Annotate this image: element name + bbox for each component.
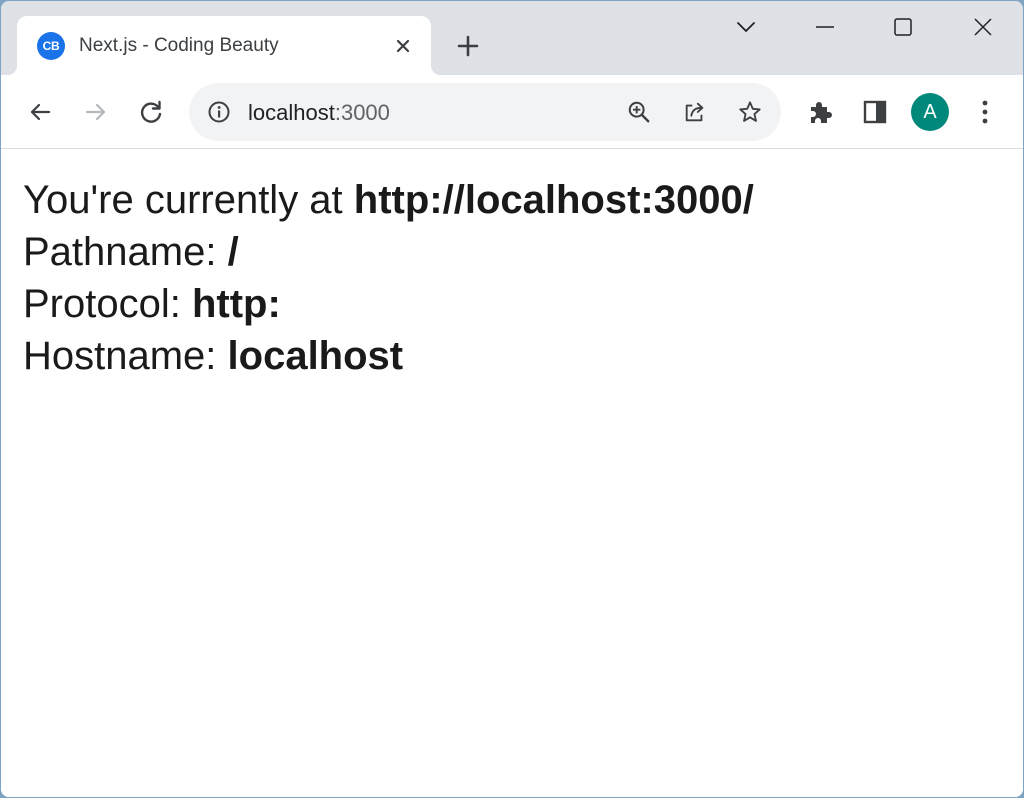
kebab-menu-icon — [982, 100, 988, 124]
side-panel-icon — [863, 100, 887, 124]
hostname-label: Hostname: — [23, 334, 228, 378]
url-text[interactable]: localhost:3000 — [248, 100, 390, 126]
extensions-button[interactable] — [802, 94, 838, 130]
star-icon — [739, 101, 761, 122]
forward-button[interactable] — [78, 94, 114, 130]
arrow-back-icon — [30, 103, 51, 121]
tab-title: Next.js - Coding Beauty — [79, 35, 279, 56]
url-port: :3000 — [334, 100, 390, 125]
tab-search-button[interactable] — [728, 11, 764, 43]
tab-close-button[interactable] — [391, 34, 415, 58]
bookmark-button[interactable] — [738, 100, 762, 124]
close-icon — [396, 39, 410, 53]
tab-active[interactable]: CB Next.js - Coding Beauty — [7, 16, 441, 75]
hostname-line: Hostname: localhost — [23, 330, 1023, 382]
zoom-button[interactable] — [627, 100, 651, 124]
protocol-line: Protocol: http: — [23, 278, 1023, 330]
new-tab-button[interactable] — [453, 31, 483, 61]
pathname-label: Pathname: — [23, 230, 228, 274]
back-button[interactable] — [22, 94, 58, 130]
puzzle-icon — [811, 102, 832, 123]
share-button[interactable] — [683, 100, 707, 124]
reload-button[interactable] — [133, 94, 169, 130]
side-panel-button[interactable] — [857, 94, 893, 130]
current-url-value: http://localhost:3000/ — [353, 178, 754, 222]
close-icon — [974, 18, 992, 36]
chevron-down-icon — [737, 22, 755, 32]
pathname-line: Pathname: / — [23, 226, 1023, 278]
pathname-value: / — [227, 230, 239, 274]
site-info-button[interactable] — [207, 100, 231, 124]
minimize-icon — [816, 26, 834, 28]
maximize-icon — [894, 18, 912, 36]
current-url-label: You're currently at — [23, 178, 354, 222]
maximize-button[interactable] — [885, 11, 921, 43]
plus-icon — [457, 35, 479, 57]
share-icon — [685, 102, 704, 122]
favicon: CB — [37, 32, 65, 60]
profile-avatar-button[interactable]: A — [911, 93, 949, 131]
protocol-value: http: — [191, 282, 281, 326]
minimize-button[interactable] — [807, 11, 843, 43]
current-url-line: You're currently at http://localhost:300… — [23, 174, 1023, 226]
zoom-in-icon — [628, 101, 650, 123]
reload-icon — [140, 100, 162, 123]
arrow-forward-icon — [85, 103, 106, 121]
info-icon — [208, 101, 230, 123]
url-host: localhost — [248, 100, 335, 125]
hostname-value: localhost — [227, 334, 404, 378]
protocol-label: Protocol: — [23, 282, 192, 326]
address-bar[interactable]: localhost:3000 — [189, 83, 781, 141]
close-window-button[interactable] — [965, 11, 1001, 43]
browser-toolbar: localhost:3000 A — [1, 75, 1023, 149]
page-content: You're currently at http://localhost:300… — [1, 150, 1023, 797]
menu-button[interactable] — [967, 94, 1003, 130]
browser-window: CB Next.js - Coding Beauty localhost:300… — [1, 1, 1023, 797]
tab-strip: CB Next.js - Coding Beauty — [1, 1, 1023, 75]
